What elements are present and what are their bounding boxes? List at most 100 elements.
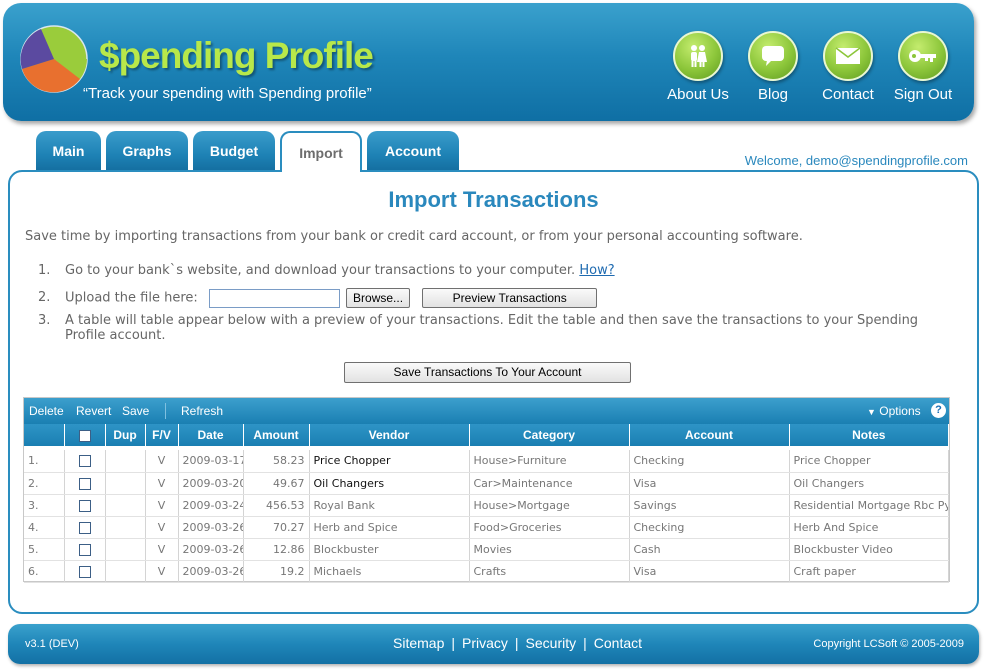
category-cell[interactable]: Crafts: [469, 560, 630, 583]
category-cell[interactable]: Food>Groceries: [469, 516, 630, 539]
table-row[interactable]: 5. V 2009-03-26 12.86 Blockbuster Movies…: [24, 538, 949, 561]
column-header-select[interactable]: [64, 424, 106, 446]
dup-cell[interactable]: [105, 472, 146, 495]
fv-cell[interactable]: V: [145, 472, 179, 495]
tab-graphs[interactable]: Graphs: [106, 131, 188, 171]
help-icon[interactable]: ?: [931, 403, 946, 418]
amount-cell[interactable]: 12.86: [243, 538, 310, 561]
table-row[interactable]: 6. V 2009-03-26 19.2 Michaels Crafts Vis…: [24, 560, 949, 583]
amount-cell[interactable]: 70.27: [243, 516, 310, 539]
save-transactions-button[interactable]: Save Transactions To Your Account: [344, 362, 631, 383]
how-link[interactable]: How?: [579, 263, 614, 278]
row-select-cell[interactable]: [64, 516, 106, 539]
step-number: 1.: [38, 263, 51, 278]
column-header-dup[interactable]: Dup: [105, 424, 146, 446]
amount-cell[interactable]: 49.67: [243, 472, 310, 495]
fv-cell[interactable]: V: [145, 538, 179, 561]
category-cell[interactable]: Car>Maintenance: [469, 472, 630, 495]
category-cell[interactable]: Movies: [469, 538, 630, 561]
fv-cell[interactable]: V: [145, 494, 179, 517]
dup-cell[interactable]: [105, 516, 146, 539]
notes-cell[interactable]: Residential Mortgage Rbc Pyt: [789, 494, 949, 517]
tab-budget[interactable]: Budget: [193, 131, 275, 171]
column-header-date[interactable]: Date: [178, 424, 244, 446]
column-header-category[interactable]: Category: [469, 424, 630, 446]
dup-cell[interactable]: [105, 560, 146, 583]
row-select-cell[interactable]: [64, 494, 106, 517]
row-checkbox[interactable]: [78, 499, 91, 512]
date-cell[interactable]: 2009-03-17: [178, 450, 244, 473]
row-checkbox[interactable]: [78, 543, 91, 556]
options-dropdown[interactable]: ▼ Options: [867, 404, 921, 418]
footer-link-privacy[interactable]: Privacy: [462, 635, 508, 651]
table-row[interactable]: 1. V 2009-03-17 58.23 Price Chopper Hous…: [24, 450, 949, 473]
amount-cell[interactable]: 456.53: [243, 494, 310, 517]
tab-account[interactable]: Account: [367, 131, 459, 171]
account-cell[interactable]: Visa: [629, 560, 790, 583]
date-cell[interactable]: 2009-03-20: [178, 472, 244, 495]
fv-cell[interactable]: V: [145, 560, 179, 583]
footer-link-security[interactable]: Security: [526, 635, 577, 651]
notes-cell[interactable]: Herb And Spice: [789, 516, 949, 539]
tab-import[interactable]: Import: [280, 131, 362, 172]
row-select-cell[interactable]: [64, 538, 106, 561]
row-select-cell[interactable]: [64, 560, 106, 583]
column-header-fv[interactable]: F/V: [145, 424, 179, 446]
browse-button[interactable]: Browse...: [346, 288, 411, 308]
date-cell[interactable]: 2009-03-26: [178, 538, 244, 561]
select-all-checkbox[interactable]: [78, 429, 91, 442]
delete-button[interactable]: Delete: [29, 404, 64, 418]
dup-cell[interactable]: [105, 450, 146, 473]
column-header-notes[interactable]: Notes: [789, 424, 949, 446]
refresh-button[interactable]: Refresh: [181, 404, 223, 418]
notes-cell[interactable]: Price Chopper: [789, 450, 949, 473]
vendor-cell[interactable]: Herb and Spice: [309, 516, 470, 539]
tab-main[interactable]: Main: [36, 131, 101, 171]
row-checkbox[interactable]: [78, 565, 91, 578]
vendor-cell[interactable]: Michaels: [309, 560, 470, 583]
account-cell[interactable]: Visa: [629, 472, 790, 495]
copyright-text: Copyright LCSoft © 2005-2009: [813, 638, 964, 650]
row-checkbox[interactable]: [78, 521, 91, 534]
dup-cell[interactable]: [105, 538, 146, 561]
account-cell[interactable]: Checking: [629, 516, 790, 539]
vendor-cell[interactable]: Price Chopper: [309, 450, 470, 473]
notes-cell[interactable]: Blockbuster Video: [789, 538, 949, 561]
account-cell[interactable]: Checking: [629, 450, 790, 473]
account-cell[interactable]: Cash: [629, 538, 790, 561]
date-cell[interactable]: 2009-03-26: [178, 560, 244, 583]
account-cell[interactable]: Savings: [629, 494, 790, 517]
column-header-vendor[interactable]: Vendor: [309, 424, 470, 446]
row-checkbox[interactable]: [78, 477, 91, 490]
category-cell[interactable]: House>Mortgage: [469, 494, 630, 517]
dup-cell[interactable]: [105, 494, 146, 517]
file-path-input[interactable]: [208, 288, 340, 308]
vendor-cell[interactable]: Oil Changers: [309, 472, 470, 495]
revert-button[interactable]: Revert: [76, 404, 111, 418]
vendor-cell[interactable]: Royal Bank: [309, 494, 470, 517]
row-select-cell[interactable]: [64, 472, 106, 495]
amount-cell[interactable]: 58.23: [243, 450, 310, 473]
save-button[interactable]: Save: [122, 404, 149, 418]
preview-transactions-button[interactable]: Preview Transactions: [422, 288, 598, 308]
nav-sign-out[interactable]: Sign Out: [878, 31, 968, 109]
category-cell[interactable]: House>Furniture: [469, 450, 630, 473]
table-row[interactable]: 3. V 2009-03-24 456.53 Royal Bank House>…: [24, 494, 949, 517]
row-select-cell[interactable]: [64, 450, 106, 473]
notes-cell[interactable]: Craft paper: [789, 560, 949, 583]
notes-cell[interactable]: Oil Changers: [789, 472, 949, 495]
fv-cell[interactable]: V: [145, 450, 179, 473]
table-row[interactable]: 2. V 2009-03-20 49.67 Oil Changers Car>M…: [24, 472, 949, 495]
amount-cell[interactable]: 19.2: [243, 560, 310, 583]
footer-link-sitemap[interactable]: Sitemap: [393, 635, 444, 651]
column-header-account[interactable]: Account: [629, 424, 790, 446]
vendor-cell[interactable]: Blockbuster: [309, 538, 470, 561]
date-cell[interactable]: 2009-03-26: [178, 516, 244, 539]
table-row[interactable]: 4. V 2009-03-26 70.27 Herb and Spice Foo…: [24, 516, 949, 539]
fv-cell[interactable]: V: [145, 516, 179, 539]
date-cell[interactable]: 2009-03-24: [178, 494, 244, 517]
row-checkbox[interactable]: [78, 455, 91, 468]
column-header-amount[interactable]: Amount: [243, 424, 310, 446]
key-icon: [898, 31, 948, 81]
footer-link-contact[interactable]: Contact: [594, 635, 642, 651]
